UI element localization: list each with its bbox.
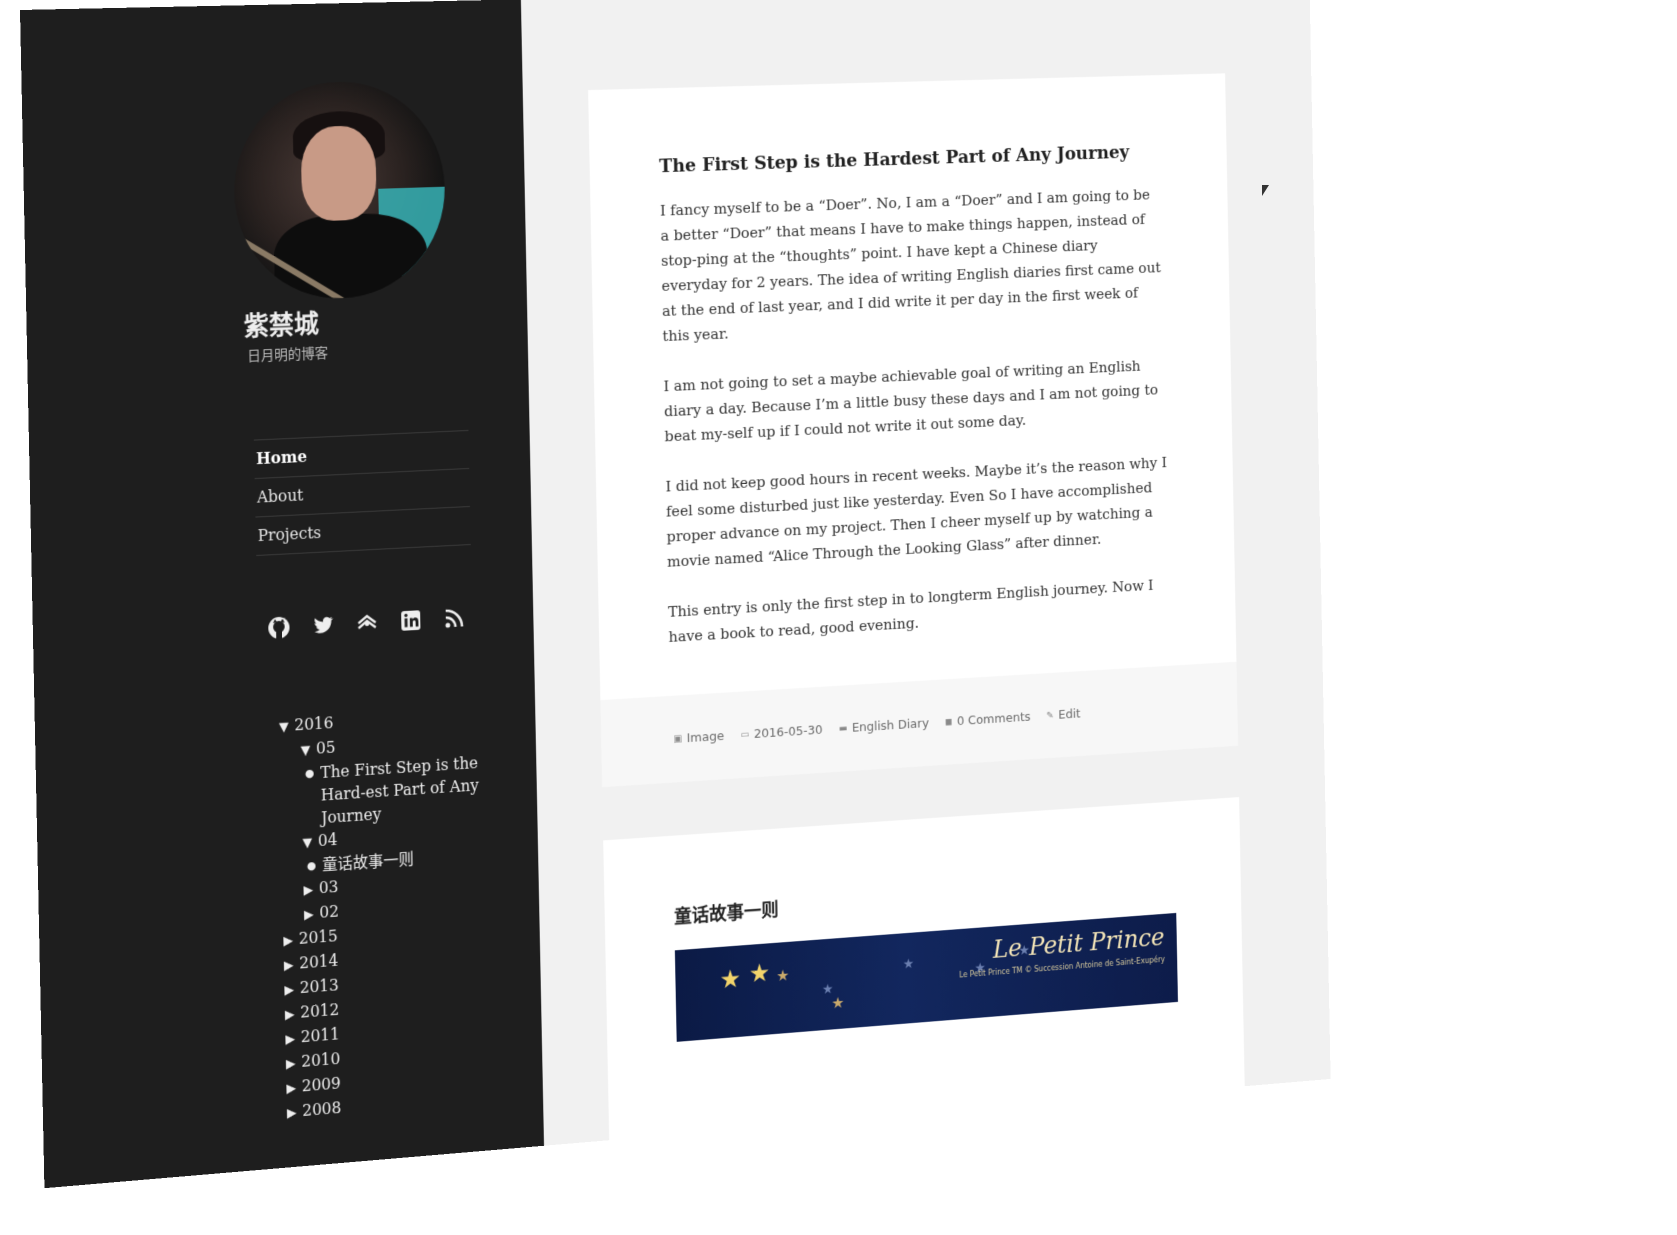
comment-icon: ◼ <box>945 716 953 727</box>
archive-year-label: 2015 <box>299 926 338 947</box>
post-date-link[interactable]: ▭ 2016-05-30 <box>740 723 822 743</box>
star-icon: ★ <box>903 952 915 978</box>
archive-year-label: 2010 <box>301 1049 340 1071</box>
collapsed-triangle-icon: ▶ <box>286 1077 302 1101</box>
archive-month-label: 02 <box>319 902 339 922</box>
calendar-icon: ▭ <box>740 729 749 740</box>
archive-years-list: ▶ 2015 ▶ 2014 ▶ 2013 ▶ 2012 ▶ 2011 ▶ 2010 ▶ 2009 ▶ 2008 <box>283 912 515 1125</box>
main-nav: Home About Projects <box>254 430 471 556</box>
archive-month-label: 04 <box>318 830 338 850</box>
archive-month-label: 03 <box>319 877 339 897</box>
collapsed-triangle-icon: ▶ <box>287 1101 303 1125</box>
collapsed-triangle-icon: ▶ <box>303 879 319 903</box>
post-featured-image[interactable]: ★ ★ ★ ★ ★ ★ ★ ★ Le Petit Prince Le Petit… <box>675 913 1178 1042</box>
avatar-face <box>300 125 377 222</box>
bullet-icon: ● <box>307 854 323 878</box>
post-format-link[interactable]: ▣ Image <box>673 729 724 747</box>
linkedin-icon[interactable] <box>399 608 422 633</box>
archive-year-label: 2014 <box>299 951 338 973</box>
post-title[interactable]: The First Step is the Hardest Part of An… <box>659 141 1162 177</box>
mouse-cursor-icon <box>1262 185 1269 196</box>
collapsed-triangle-icon: ▶ <box>286 1052 302 1076</box>
archive-year-label: 2008 <box>302 1098 341 1120</box>
twitter-icon[interactable] <box>311 613 334 638</box>
archive-year-label: 2012 <box>300 1000 339 1022</box>
post-paragraph: I fancy myself to be a “Doer”. No, I am … <box>660 182 1165 349</box>
post-edit: Edit <box>1058 707 1080 723</box>
sidebar: 紫禁城 日月明的博客 Home About Projects ▼ 2016 ▼ … <box>20 0 544 1188</box>
archive-year-label: 2016 <box>294 713 333 734</box>
post-card: The First Step is the Hardest Part of An… <box>588 73 1238 787</box>
folder-icon: ▬ <box>839 723 848 734</box>
douban-icon[interactable] <box>355 611 378 636</box>
post-meta-footer: ▣ Image ▭ 2016-05-30 ▬ English Diary ◼ 0 Com… <box>600 662 1238 787</box>
post-date: 2016-05-30 <box>754 723 823 742</box>
avatar[interactable] <box>232 79 447 302</box>
star-icon: ★ <box>719 967 741 994</box>
collapsed-triangle-icon: ▶ <box>304 903 320 927</box>
archive-month-label: 05 <box>316 738 336 758</box>
star-icon: ★ <box>749 961 771 988</box>
rss-icon[interactable] <box>443 606 466 631</box>
post-comments-link[interactable]: ◼ 0 Comments <box>945 710 1031 730</box>
bullet-icon: ● <box>305 761 321 785</box>
archive-year-label: 2011 <box>301 1025 340 1047</box>
post-category-link[interactable]: ▬ English Diary <box>839 716 929 736</box>
image-icon: ▣ <box>673 733 682 744</box>
archive-year-label: 2009 <box>302 1074 341 1096</box>
post-format-label: Image <box>687 729 725 746</box>
avatar-shirt <box>273 212 428 302</box>
post-comments: 0 Comments <box>957 710 1031 729</box>
pencil-icon: ✎ <box>1046 710 1054 721</box>
post-category: English Diary <box>852 716 929 735</box>
screenshot-stage: 紫禁城 日月明的博客 Home About Projects ▼ 2016 ▼ … <box>0 0 1677 1235</box>
post-card: 童话故事一则 ★ ★ ★ ★ ★ ★ ★ ★ Le Petit Prince L… <box>603 797 1245 1150</box>
collapsed-triangle-icon: ▶ <box>284 978 300 1002</box>
collapsed-triangle-icon: ▶ <box>285 1028 301 1052</box>
collapsed-triangle-icon: ▶ <box>283 929 299 953</box>
post-edit-link[interactable]: ✎ Edit <box>1046 707 1080 723</box>
archive-post-title: The First Step is the Hard-est Part of A… <box>320 750 502 829</box>
post-paragraph: I did not keep good hours in recent week… <box>665 450 1169 574</box>
post-paragraph: This entry is only the first step in to … <box>668 572 1171 650</box>
github-icon[interactable] <box>267 615 291 640</box>
collapsed-triangle-icon: ▶ <box>285 1003 301 1027</box>
archive-year-label: 2013 <box>300 975 339 997</box>
expanded-triangle-icon: ▼ <box>279 716 295 740</box>
post-paragraph: I am not going to set a maybe achievable… <box>663 353 1166 449</box>
social-links <box>267 606 466 640</box>
main-content: The First Step is the Hardest Part of An… <box>521 0 1331 1146</box>
blog-page: 紫禁城 日月明的博客 Home About Projects ▼ 2016 ▼ … <box>20 0 1331 1188</box>
star-icon: ★ <box>831 990 844 1016</box>
post-content: I fancy myself to be a “Doer”. No, I am … <box>660 182 1171 650</box>
collapsed-triangle-icon: ▶ <box>284 954 300 978</box>
site-description: 日月明的博客 <box>247 343 328 366</box>
site-title[interactable]: 紫禁城 <box>243 304 319 343</box>
expanded-triangle-icon: ▼ <box>300 739 316 763</box>
archive-tree: ▼ 2016 ▼ 05 ● The First Step is the Hard-es… <box>279 701 515 1125</box>
expanded-triangle-icon: ▼ <box>302 831 318 855</box>
star-icon: ★ <box>776 963 790 989</box>
